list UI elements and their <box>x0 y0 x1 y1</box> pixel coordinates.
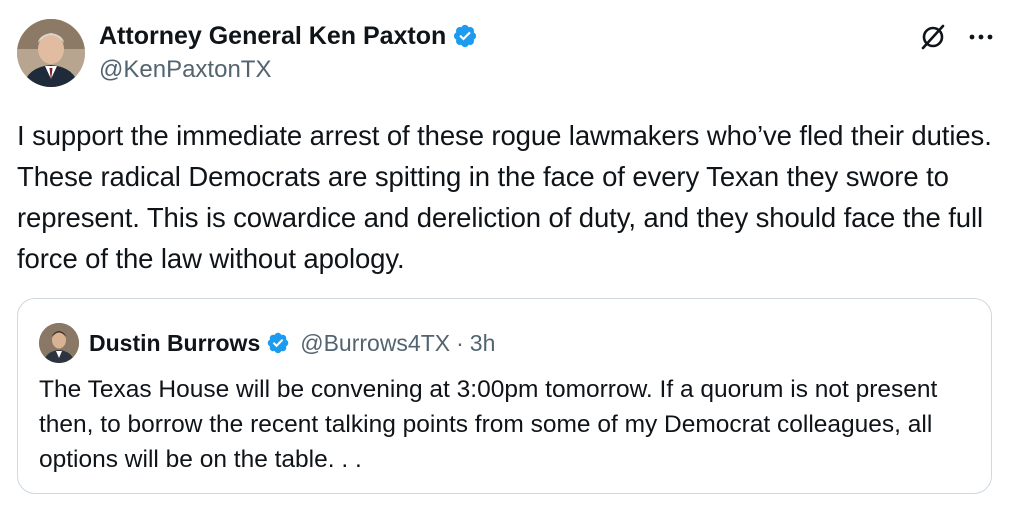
grok-icon[interactable] <box>918 22 948 52</box>
author-display-name[interactable]: Attorney General Ken Paxton <box>99 23 446 49</box>
quoted-tweet-timestamp[interactable]: 3h <box>470 330 496 357</box>
separator-dot: · <box>456 329 464 356</box>
quoted-tweet-header: Dustin Burrows @Burrows4TX · 3h <box>39 323 495 363</box>
quoted-avatar-image <box>39 323 79 363</box>
avatar-image <box>17 19 85 87</box>
verified-badge-icon <box>452 23 478 49</box>
tweet-top-actions <box>918 22 996 52</box>
quoted-author-display-name: Dustin Burrows <box>89 329 261 356</box>
verified-badge-icon <box>266 331 290 355</box>
quoted-author-avatar <box>39 323 79 363</box>
tweet-text: I support the immediate arrest of these … <box>17 120 992 274</box>
author-avatar[interactable] <box>17 19 85 87</box>
quoted-tweet-text: The Texas House will be convening at 3:0… <box>39 376 938 473</box>
tweet: Attorney General Ken Paxton @KenPaxtonTX <box>0 0 1024 509</box>
author-handle[interactable]: @KenPaxtonTX <box>99 58 478 82</box>
quoted-tweet[interactable]: Dustin Burrows @Burrows4TX · 3h The Texa… <box>17 298 992 494</box>
author-name-row: Attorney General Ken Paxton <box>99 20 478 52</box>
more-icon[interactable] <box>966 22 996 52</box>
quoted-author-handle: @Burrows4TX <box>300 329 451 356</box>
author-block: Attorney General Ken Paxton @KenPaxtonTX <box>99 20 478 82</box>
